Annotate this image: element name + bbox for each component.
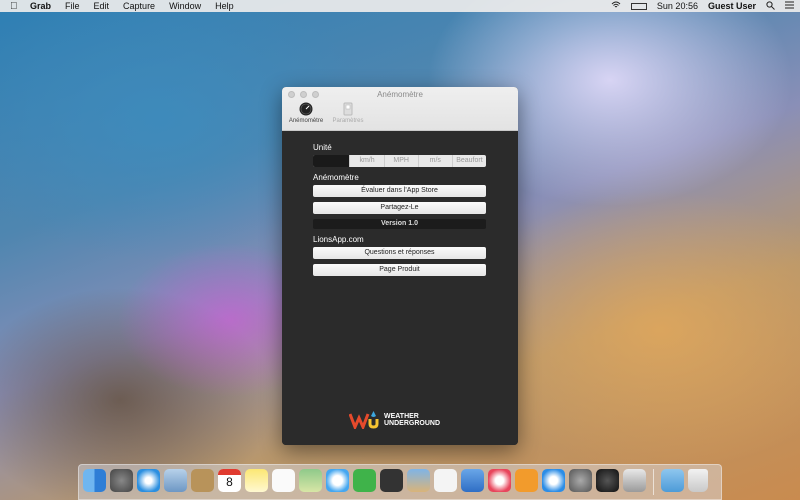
- wifi-icon[interactable]: [611, 1, 621, 11]
- launchpad-icon[interactable]: [110, 469, 133, 492]
- unit-label: Unité: [313, 143, 332, 152]
- notes-icon[interactable]: [245, 469, 268, 492]
- menu-edit[interactable]: Edit: [94, 1, 110, 11]
- settings-panel: Unité km/h MPH m/s Beaufort Anémomètre É…: [282, 131, 518, 445]
- tab-anemometre[interactable]: Anémomètre: [286, 102, 326, 124]
- preview-icon[interactable]: [623, 469, 646, 492]
- unit-segmented-control[interactable]: km/h MPH m/s Beaufort: [313, 155, 486, 167]
- spotlight-search-icon[interactable]: [766, 0, 775, 12]
- battery-icon[interactable]: [630, 2, 647, 10]
- weather-underground-line2: UNDERGROUND: [384, 420, 440, 427]
- dock: 8: [78, 464, 722, 500]
- window-titlebar: Anémomètre Anémomètre Paramètres: [282, 87, 518, 131]
- menu-clock[interactable]: Sun 20:56: [657, 1, 698, 11]
- unit-option-beaufort[interactable]: Beaufort: [451, 155, 486, 167]
- itunes-icon[interactable]: [488, 469, 511, 492]
- messages-icon[interactable]: [326, 469, 349, 492]
- keynote-icon[interactable]: [461, 469, 484, 492]
- reminders-icon[interactable]: [272, 469, 295, 492]
- contacts-icon[interactable]: [191, 469, 214, 492]
- anemometre-window: Anémomètre Anémomètre Paramètres Unité k…: [282, 87, 518, 445]
- dock-separator: [653, 469, 654, 495]
- product-page-button[interactable]: Page Produit: [313, 264, 486, 276]
- menu-file[interactable]: File: [65, 1, 80, 11]
- downloads-icon[interactable]: [661, 469, 684, 492]
- window-title: Anémomètre: [377, 90, 423, 99]
- unit-option-mph[interactable]: MPH: [383, 155, 418, 167]
- weather-underground-logo[interactable]: WEATHER UNDERGROUND: [349, 411, 440, 429]
- iphoto-icon[interactable]: [407, 469, 430, 492]
- app-store-icon[interactable]: [542, 469, 565, 492]
- version-label: Version 1.0: [313, 219, 486, 229]
- menu-app-name[interactable]: Grab: [30, 1, 51, 11]
- notification-center-icon[interactable]: [785, 1, 794, 11]
- tab-anemometre-label: Anémomètre: [288, 118, 324, 124]
- apple-menu-icon[interactable]: : [10, 1, 20, 12]
- safari-icon[interactable]: [137, 469, 160, 492]
- weather-underground-icon: [349, 411, 379, 429]
- weather-underground-line1: WEATHER: [384, 413, 419, 420]
- menu-user[interactable]: Guest User: [708, 1, 756, 11]
- share-button[interactable]: Partagez-Le: [313, 202, 486, 214]
- anemometer-gauge-icon: [299, 102, 313, 116]
- faq-button[interactable]: Questions et réponses: [313, 247, 486, 259]
- menu-capture[interactable]: Capture: [123, 1, 155, 11]
- ibooks-icon[interactable]: [515, 469, 538, 492]
- photo-booth-icon[interactable]: [380, 469, 403, 492]
- facetime-icon[interactable]: [353, 469, 376, 492]
- settings-switch-icon: [341, 102, 355, 116]
- menu-help[interactable]: Help: [215, 1, 234, 11]
- section-site-label: LionsApp.com: [313, 235, 364, 244]
- numbers-icon[interactable]: [434, 469, 457, 492]
- maps-icon[interactable]: [299, 469, 322, 492]
- trash-icon[interactable]: [688, 469, 708, 492]
- mail-icon[interactable]: [164, 469, 187, 492]
- calendar-icon[interactable]: 8: [218, 469, 241, 492]
- unit-option-selected[interactable]: [313, 155, 350, 167]
- tab-parametres-label: Paramètres: [332, 118, 364, 124]
- rate-app-store-button[interactable]: Évaluer dans l'App Store: [313, 185, 486, 197]
- finder-icon[interactable]: [83, 469, 106, 492]
- system-preferences-icon[interactable]: [569, 469, 592, 492]
- unit-option-ms[interactable]: m/s: [417, 155, 452, 167]
- anemometre-icon[interactable]: [596, 469, 619, 492]
- unit-option-kmh[interactable]: km/h: [349, 155, 383, 167]
- tab-parametres[interactable]: Paramètres: [328, 102, 368, 124]
- section-app-label: Anémomètre: [313, 173, 359, 182]
- menu-bar:  Grab File Edit Capture Window Help Sun…: [0, 0, 800, 12]
- calendar-day: 8: [226, 475, 233, 489]
- menu-window[interactable]: Window: [169, 1, 201, 11]
